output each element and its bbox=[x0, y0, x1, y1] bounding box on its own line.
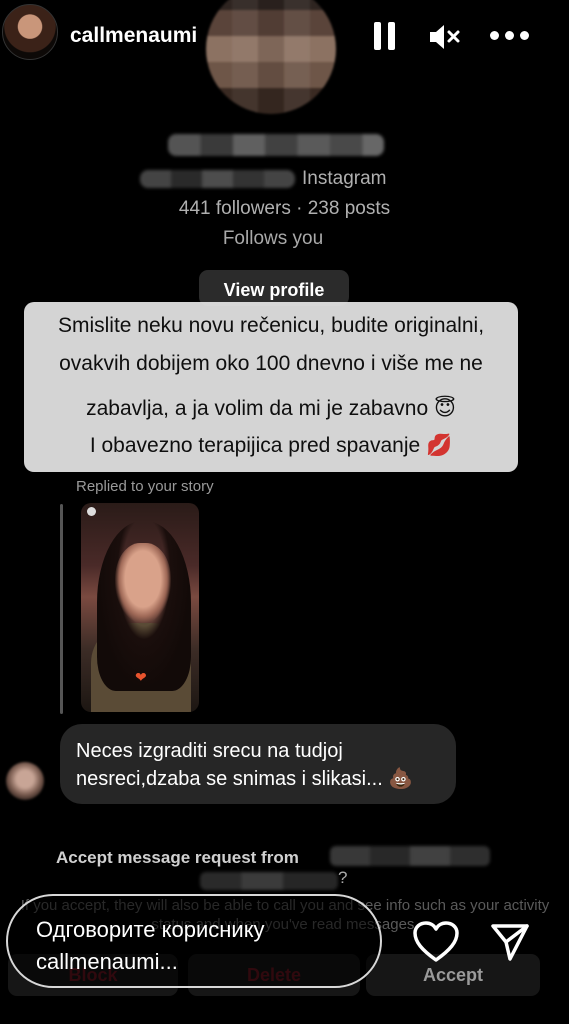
story-thumbnail[interactable]: ❤ bbox=[81, 503, 199, 712]
accept-request-title: Accept message request from bbox=[56, 848, 299, 867]
story-indicator-icon bbox=[87, 507, 96, 516]
story-author-avatar[interactable] bbox=[2, 4, 58, 60]
reply-input-placeholder: Одговорите кориснику callmenaumi... bbox=[36, 917, 265, 974]
overlay-line-2: ovakvih dobijem oko 100 dnevno i više me… bbox=[59, 352, 483, 375]
pause-icon[interactable] bbox=[374, 22, 396, 50]
more-options-icon[interactable] bbox=[490, 28, 530, 42]
overlay-line-1: Smislite neku novu rečenicu, budite orig… bbox=[57, 314, 485, 337]
platform-label: Instagram bbox=[302, 168, 387, 189]
blurred-profile-handle bbox=[140, 170, 295, 188]
sender-avatar[interactable] bbox=[6, 762, 44, 800]
story-author-username[interactable]: callmenaumi bbox=[70, 24, 197, 48]
accept-request-question-mark: ? bbox=[338, 868, 348, 887]
overlay-line-3: zabavlja, a ja volim da mi je zabavno 😇 bbox=[86, 397, 456, 420]
heart-reaction-icon: ❤ bbox=[135, 669, 147, 685]
overlay-line-4: I obavezno terapijica pred spavanje 💋 bbox=[89, 434, 453, 457]
profile-stats: 441 followers · 238 posts bbox=[178, 198, 391, 219]
mute-icon[interactable] bbox=[428, 22, 462, 52]
story-reply-indicator-bar bbox=[60, 504, 63, 714]
blurred-profile-avatar bbox=[206, 0, 336, 114]
blurred-requester-name bbox=[330, 846, 490, 866]
heart-icon[interactable] bbox=[412, 920, 460, 964]
follows-you-label: Follows you bbox=[222, 228, 324, 249]
message-text: Neces izgraditi srecu na tudjoj nesreci,… bbox=[76, 740, 414, 790]
reply-input[interactable]: Одговорите кориснику callmenaumi... bbox=[6, 894, 382, 988]
story-thumbnail-face bbox=[115, 543, 171, 623]
blurred-requester-name-2 bbox=[200, 872, 338, 890]
story-text-overlay: Smislite neku novu rečenicu, budite orig… bbox=[24, 302, 518, 472]
view-profile-button[interactable]: View profile bbox=[199, 270, 349, 306]
message-bubble[interactable]: Neces izgraditi srecu na tudjoj nesreci,… bbox=[60, 724, 456, 804]
send-icon[interactable] bbox=[490, 922, 530, 962]
blurred-profile-name bbox=[168, 134, 384, 156]
replied-to-story-label: Replied to your story bbox=[76, 478, 214, 495]
